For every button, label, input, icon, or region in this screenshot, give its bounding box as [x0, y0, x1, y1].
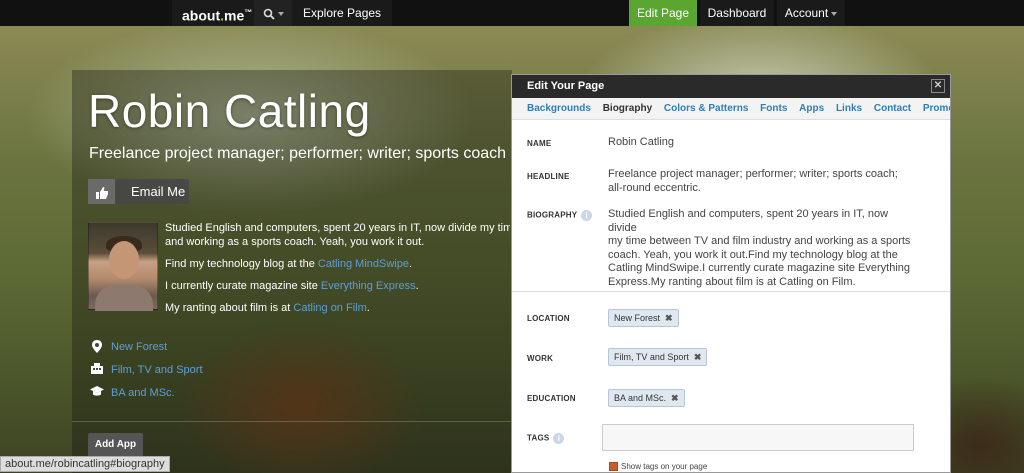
bio-field-line: my time between TV and film industry and…	[608, 235, 911, 247]
bio-text: Find my technology blog at the	[165, 258, 318, 270]
bio-line: Studied English and computers, spent 20 …	[165, 222, 510, 234]
bio-magazine-line: I currently curate magazine site Everyth…	[165, 279, 510, 293]
tab-links[interactable]: Links	[836, 103, 862, 114]
tags-label: TAGS i	[527, 433, 565, 444]
search-icon	[263, 8, 275, 20]
biography-field[interactable]: Studied English and computers, spent 20 …	[608, 208, 918, 289]
education-label: EDUCATION	[527, 394, 576, 403]
panel-tabs: Backgrounds Biography Colors & Patterns …	[512, 98, 950, 120]
film-link[interactable]: Catling on Film	[293, 302, 366, 314]
aboutme-logo[interactable]: about.me™	[172, 0, 263, 26]
photo-face	[109, 241, 139, 279]
location-link[interactable]: New Forest	[111, 341, 167, 353]
tags-label-text: TAGS	[527, 433, 550, 443]
panel-header: Edit Your Page ✕	[512, 75, 950, 98]
profile-headline: Freelance project manager; performer; wr…	[89, 145, 507, 162]
fact-work: Film, TV and Sport	[90, 363, 203, 386]
profile-biography: Studied English and computers, spent 20 …	[165, 221, 510, 323]
magazine-link[interactable]: Everything Express	[321, 280, 416, 292]
chevron-down-icon	[831, 11, 838, 16]
bio-blog-line: Find my technology blog at the Catling M…	[165, 257, 510, 271]
headline-line: Freelance project manager; performer; wr…	[608, 168, 898, 180]
tab-fonts[interactable]: Fonts	[760, 103, 787, 114]
location-label: LOCATION	[527, 314, 570, 323]
biography-label: BIOGRAPHY i	[527, 210, 593, 221]
work-label: WORK	[527, 354, 554, 363]
education-tag: BA and MSc. ✖	[608, 389, 685, 407]
tab-biography[interactable]: Biography	[603, 103, 652, 114]
bio-text: .	[408, 258, 413, 270]
bio-text: My ranting about film is at	[165, 302, 294, 314]
info-icon[interactable]: i	[581, 210, 593, 221]
account-label: Account	[784, 6, 829, 20]
thumbs-up-icon	[88, 179, 116, 204]
building-icon	[90, 363, 104, 377]
headline-label: HEADLINE	[527, 172, 570, 181]
info-icon[interactable]: i	[553, 433, 565, 444]
edit-page-button[interactable]: Edit Page	[629, 0, 697, 26]
panel-separator	[512, 291, 950, 292]
remove-icon[interactable]: ✖	[665, 313, 673, 323]
bio-field-line: Catling MindSwipe.I currently curate mag…	[608, 262, 911, 274]
bio-text: .	[415, 280, 419, 292]
location-tag: New Forest ✖	[608, 309, 679, 327]
explore-pages-link[interactable]: Explore Pages	[292, 0, 393, 26]
logo-text-end: me	[224, 7, 245, 24]
tab-backgrounds[interactable]: Backgrounds	[527, 103, 591, 114]
fact-education: BA and MSc.	[90, 386, 203, 409]
remove-icon[interactable]: ✖	[671, 393, 679, 403]
bio-text: I currently curate magazine site	[165, 280, 321, 292]
profile-photo	[88, 222, 158, 311]
edit-your-page-panel: Edit Your Page ✕ Backgrounds Biography C…	[511, 74, 951, 473]
show-tags-checkbox[interactable]	[609, 462, 618, 472]
chevron-down-icon	[277, 11, 284, 16]
headline-field[interactable]: Freelance project manager; performer; wr…	[608, 168, 898, 195]
search-button[interactable]	[254, 0, 292, 26]
bio-field-line: Studied English and computers, spent 20 …	[608, 208, 889, 234]
headline-line: all-round eccentric.	[608, 181, 701, 194]
bio-film-line: My ranting about film is at Catling on F…	[165, 301, 510, 315]
fact-location: New Forest	[90, 340, 203, 363]
work-link[interactable]: Film, TV and Sport	[111, 364, 203, 376]
name-label: NAME	[527, 139, 552, 148]
work-tag-text: Film, TV and Sport	[614, 352, 689, 362]
tab-contact[interactable]: Contact	[874, 103, 911, 114]
tags-input[interactable]	[602, 424, 914, 451]
graduation-cap-icon	[90, 386, 104, 400]
email-me-label: Email Me	[131, 184, 186, 199]
add-app-button[interactable]: Add App	[88, 433, 143, 457]
show-tags-option[interactable]: Show tags on your page	[609, 462, 708, 472]
name-field[interactable]: Robin Catling	[608, 136, 674, 150]
email-me-button[interactable]: Email Me	[88, 179, 189, 204]
tab-apps[interactable]: Apps	[799, 103, 824, 114]
top-navigation: about.me™ Explore Pages Edit Page Dashbo…	[0, 0, 1024, 26]
dashboard-link[interactable]: Dashboard	[700, 0, 774, 26]
education-tag-text: BA and MSc.	[614, 393, 667, 403]
location-pin-icon	[90, 340, 104, 354]
location-tag-text: New Forest	[614, 313, 661, 323]
panel-title: Edit Your Page	[527, 80, 605, 92]
profile-name: Robin Catling	[88, 85, 371, 137]
card-divider	[72, 421, 512, 422]
biography-label-text: BIOGRAPHY	[527, 210, 578, 220]
profile-facts: New Forest Film, TV and Sport BA and MSc…	[90, 340, 203, 409]
bio-line: and working as a sports coach. Yeah, you…	[165, 236, 425, 248]
show-tags-label: Show tags on your page	[621, 462, 708, 471]
remove-icon[interactable]: ✖	[694, 352, 702, 362]
browser-status-url: about.me/robincatling#biography	[0, 456, 170, 472]
photo-suit	[95, 285, 153, 311]
logo-text: about	[182, 7, 221, 24]
education-link[interactable]: BA and MSc.	[111, 387, 175, 399]
logo-trademark: ™	[244, 8, 253, 17]
account-menu[interactable]: Account	[777, 0, 845, 26]
blog-link[interactable]: Catling MindSwipe	[318, 258, 409, 270]
bio-text: .	[366, 302, 370, 314]
bio-field-line: Express.My ranting about film is at Catl…	[608, 275, 856, 288]
work-tag: Film, TV and Sport ✖	[608, 348, 708, 366]
tab-colors-patterns[interactable]: Colors & Patterns	[664, 103, 748, 114]
tab-promote[interactable]: Promote	[923, 103, 950, 114]
bio-field-line: coach. Yeah, you work it out.Find my tec…	[608, 248, 898, 261]
close-icon[interactable]: ✕	[931, 79, 945, 93]
